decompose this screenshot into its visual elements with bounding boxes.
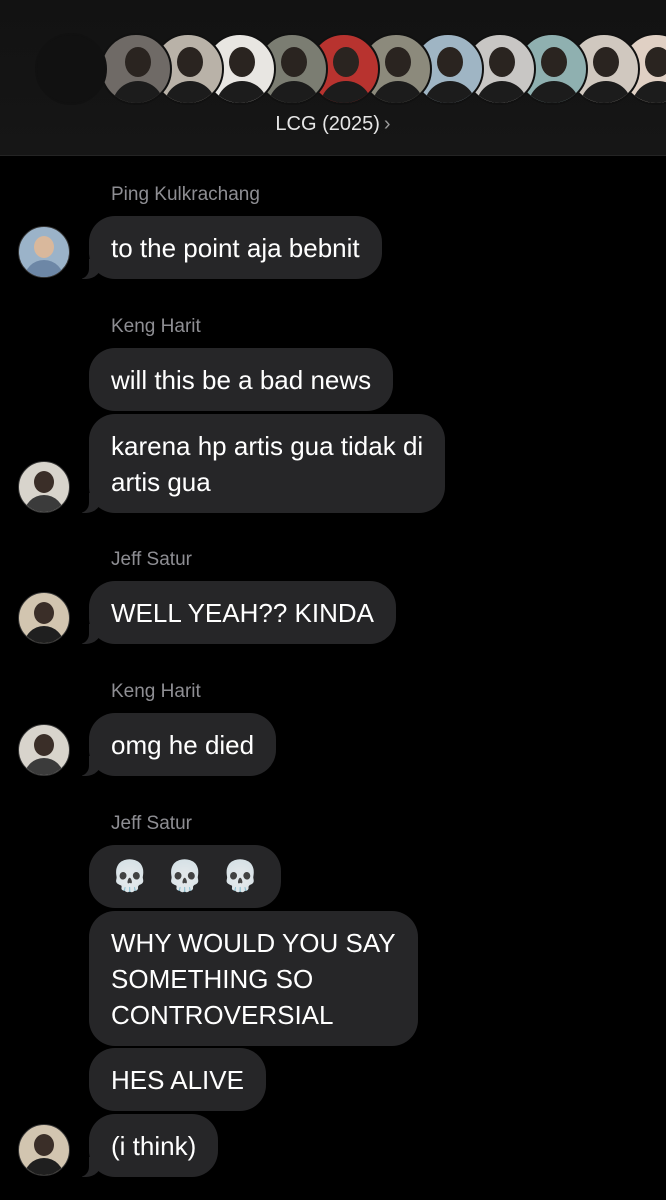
chevron-right-icon: ›: [383, 113, 391, 135]
avatar-body-icon: [164, 81, 216, 103]
message-bubble[interactable]: omg he died: [78, 713, 277, 776]
skull-emoji-icon: 💀: [111, 859, 149, 893]
avatar-head-icon: [541, 47, 567, 77]
sender-avatar[interactable]: [18, 226, 70, 278]
sender-name: Jeff Satur: [111, 549, 192, 570]
sender-name: Ping Kulkrachang: [111, 184, 260, 205]
message-bubble[interactable]: will this be a bad news: [89, 348, 394, 411]
message-bubble[interactable]: (i think): [78, 1114, 219, 1177]
avatar-body-icon: [372, 81, 424, 103]
avatar-body-icon: [320, 81, 372, 103]
message-bubble[interactable]: karena hp artis gua tidak di artis gua: [78, 414, 446, 513]
message-text: will this be a bad news: [111, 364, 372, 395]
avatar-head-icon: [34, 602, 54, 624]
sender-name: Keng Harit: [111, 681, 201, 702]
avatar-head-icon: [34, 734, 54, 756]
message-text: WELL YEAH?? KINDA: [111, 597, 374, 628]
avatar-head-icon: [125, 47, 151, 77]
message-text: (i think): [111, 1130, 197, 1161]
avatar-head-icon: [437, 47, 463, 77]
avatar-body-icon: [24, 626, 64, 643]
avatar-head-icon: [593, 47, 619, 77]
message-line: WHY WOULD YOU SAY: [111, 927, 396, 958]
avatar-head-icon: [34, 1134, 54, 1156]
avatar-body-icon: [24, 1158, 64, 1175]
message-text: karena hp artis gua tidak di artis gua: [111, 428, 423, 500]
avatar-photo-icon: [100, 33, 172, 105]
sender-avatar[interactable]: [18, 1124, 70, 1176]
message-text: WHY WOULD YOU SAY SOMETHING SO CONTROVER…: [111, 925, 396, 1033]
emoji-row: 💀 💀 💀: [111, 859, 259, 895]
message-text: omg he died: [111, 729, 255, 760]
avatar-body-icon: [528, 81, 580, 103]
avatar-head-icon: [229, 47, 255, 77]
avatar-body-icon: [112, 81, 164, 103]
avatar-head-icon: [34, 471, 54, 493]
message-line: CONTROVERSIAL: [111, 999, 334, 1030]
avatar-head-icon: [34, 236, 54, 258]
avatar-body-icon: [268, 81, 320, 103]
sender-avatar[interactable]: [18, 592, 70, 644]
skull-emoji-icon: 💀: [166, 859, 204, 893]
group-name-button[interactable]: LCG (2025) ›: [0, 113, 666, 136]
avatar-body-icon: [216, 81, 268, 103]
message-bubble[interactable]: WHY WOULD YOU SAY SOMETHING SO CONTROVER…: [89, 911, 418, 1046]
avatar-body-icon: [24, 260, 64, 277]
message-line: artis gua: [111, 466, 211, 497]
avatar-body-icon: [476, 81, 528, 103]
avatar-body-icon: [24, 758, 64, 775]
message-text: HES ALIVE: [111, 1064, 244, 1095]
sender-avatar[interactable]: [18, 724, 70, 776]
sender-avatar[interactable]: [18, 461, 70, 513]
skull-emoji-icon: 💀: [221, 859, 260, 893]
message-line: karena hp artis gua tidak di: [111, 430, 424, 461]
avatar-empty-icon: [35, 33, 107, 105]
group-name-label: LCG (2025): [275, 113, 380, 135]
sender-name: Jeff Satur: [111, 813, 192, 834]
avatar-body-icon: [24, 495, 64, 512]
avatar-head-icon: [281, 47, 307, 77]
message-bubble[interactable]: 💀 💀 💀: [89, 845, 282, 908]
avatar-body-icon: [580, 81, 632, 103]
avatar-head-icon: [489, 47, 515, 77]
avatar-head-icon: [385, 47, 411, 77]
message-bubble[interactable]: to the point aja bebnit: [79, 216, 382, 279]
message-bubble[interactable]: WELL YEAH?? KINDA: [79, 581, 396, 644]
message-line: SOMETHING SO: [111, 963, 314, 994]
sender-name: Keng Harit: [111, 316, 201, 337]
avatar-head-icon: [177, 47, 203, 77]
message-bubble[interactable]: HES ALIVE: [89, 1048, 266, 1111]
avatar-body-icon: [632, 81, 666, 103]
message-text: to the point aja bebnit: [111, 232, 360, 263]
group-header: LCG (2025) ›: [0, 0, 666, 156]
avatar-head-icon: [333, 47, 359, 77]
avatar-body-icon: [424, 81, 476, 103]
avatar-head-icon: [645, 47, 666, 77]
group-member-avatars[interactable]: [0, 33, 666, 105]
